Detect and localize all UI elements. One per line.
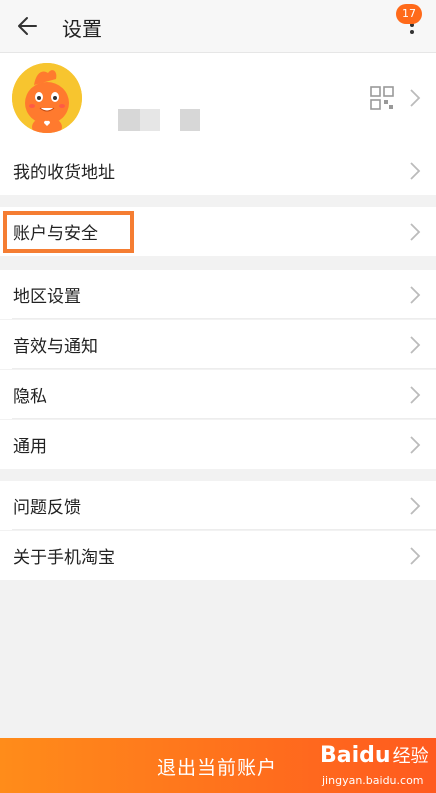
qr-code-icon[interactable]: [370, 86, 394, 110]
menu-item-label: 关于手机淘宝: [13, 548, 115, 568]
menu-item-shipping-address[interactable]: 我的收货地址: [0, 146, 436, 195]
menu-item-feedback[interactable]: 问题反馈: [0, 481, 436, 530]
chevron-right-icon: [410, 336, 421, 354]
nickname-redacted: [118, 109, 140, 131]
chevron-right-icon: [410, 89, 421, 107]
chevron-right-icon: [410, 547, 421, 565]
avatar[interactable]: [12, 63, 82, 133]
chevron-right-icon: [410, 223, 421, 241]
chevron-right-icon: [410, 436, 421, 454]
chevron-right-icon: [410, 386, 421, 404]
logout-label: 退出当前账户: [157, 757, 278, 779]
chevron-right-icon: [410, 162, 421, 180]
top-bar: 设置 17: [0, 0, 436, 53]
highlight-annotation: [3, 211, 134, 253]
nickname-redacted: [180, 109, 200, 131]
nickname-redacted: [140, 109, 160, 131]
menu-item-label: 隐私: [13, 387, 47, 407]
chevron-right-icon: [410, 497, 421, 515]
back-button[interactable]: [14, 12, 44, 40]
menu-item-privacy[interactable]: 隐私: [0, 370, 436, 419]
menu-item-label: 问题反馈: [13, 498, 81, 518]
watermark-url: jingyan.baidu.com: [322, 774, 424, 787]
page-title: 设置: [62, 17, 102, 41]
menu-item-sound-notifications[interactable]: 音效与通知: [0, 320, 436, 369]
arrow-left-icon: [18, 17, 37, 35]
profile-card[interactable]: [0, 53, 436, 146]
chevron-right-icon: [410, 286, 421, 304]
mascot-avatar-icon: [12, 63, 82, 133]
divider: [12, 368, 436, 369]
menu-item-label: 通用: [13, 437, 47, 457]
menu-item-general[interactable]: 通用: [0, 420, 436, 469]
logout-button[interactable]: 退出当前账户 Baidu 经验 jingyan.baidu.com: [0, 738, 436, 793]
notification-badge: 17: [396, 4, 422, 24]
menu-item-label: 音效与通知: [13, 337, 98, 357]
menu-item-label: 我的收货地址: [13, 163, 115, 183]
divider: [12, 418, 436, 419]
divider: [12, 318, 436, 319]
menu-item-label: 地区设置: [13, 287, 81, 307]
menu-item-region-settings[interactable]: 地区设置: [0, 270, 436, 319]
divider: [12, 529, 436, 530]
watermark-logo: Baidu 经验: [320, 743, 429, 768]
menu-item-about[interactable]: 关于手机淘宝: [0, 531, 436, 580]
